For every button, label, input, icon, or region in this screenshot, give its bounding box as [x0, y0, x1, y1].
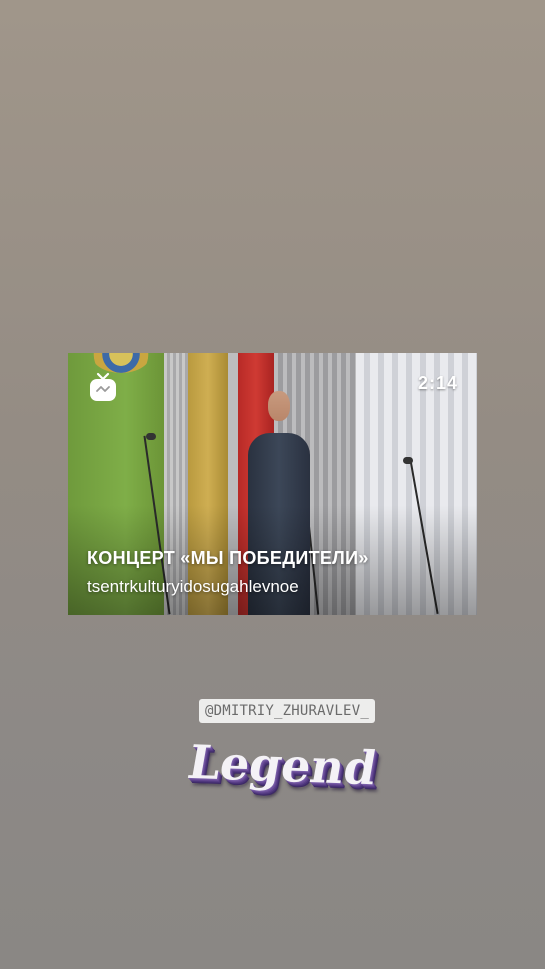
- channel-name: tsentrkulturyidosugahlevnoe: [87, 577, 299, 596]
- igtv-post-card[interactable]: 2:14 КОНЦЕРТ «МЫ ПОБЕДИТЕЛИ» tsentrkultu…: [68, 353, 477, 615]
- video-title: КОНЦЕРТ «МЫ ПОБЕДИТЕЛИ»: [87, 548, 369, 568]
- mention-sticker[interactable]: @DMITRIY_ZHURAVLEV_: [199, 699, 375, 723]
- igtv-icon: [90, 372, 116, 401]
- legend-sticker: Legend: [184, 735, 381, 808]
- video-duration: 2:14: [417, 373, 458, 393]
- video-thumbnail: [68, 353, 477, 615]
- legend-sticker-text: Legend: [183, 734, 381, 796]
